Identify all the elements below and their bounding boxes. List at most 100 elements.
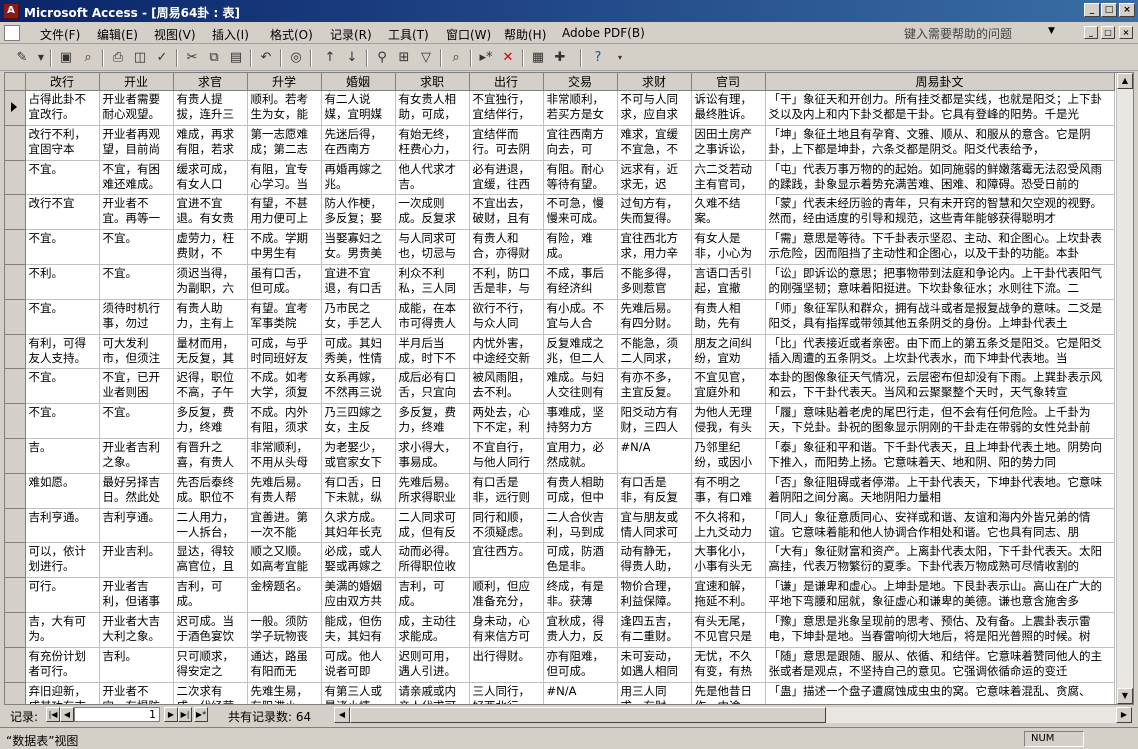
table-cell[interactable]: 不可急，慢慢来可成。 [543, 194, 618, 231]
table-cell[interactable]: 「干」象征天和开创力。所有挂爻都是实线，也就是阳爻；上下卦爻以及内上和内下卦爻都… [765, 90, 1115, 126]
table-cell[interactable]: 有口舌是非，远行则 [469, 473, 544, 509]
table-row[interactable]: 不宜。 不宜。 多反复，费力，终难 不成。内外有阻，须求 乃三四嫁之女，主反 多反复，费力… [5, 403, 1115, 439]
table-cell[interactable]: 不宜，已开业者则困 [99, 368, 174, 405]
view-dropdown-icon[interactable]: ▼ [33, 50, 49, 66]
table-cell[interactable]: 有头无尾，不见官只是 [691, 612, 766, 648]
sort-ascending-icon[interactable]: ↑ [322, 50, 338, 66]
undo-icon[interactable]: ↶ [258, 50, 274, 66]
table-cell[interactable]: 不久将和，上九爻动力 [691, 508, 766, 544]
help-icon[interactable]: ? [590, 50, 606, 66]
current-record-input[interactable]: 1 [74, 707, 160, 722]
table-cell[interactable]: 动而必得。所得职位收 [395, 542, 470, 579]
menu-help[interactable]: 帮助(H) [504, 26, 546, 43]
table-row[interactable]: 吉。 开业者吉利之象。 有晋升之喜，有贵人 非常顺利，不用从头母 为老娶少，或官家女下求… [5, 438, 1115, 474]
table-cell[interactable]: 显达，得较高官位，且 [173, 542, 248, 579]
table-cell[interactable]: 当娶寡妇之女。男贵美 [321, 229, 396, 265]
table-cell[interactable]: 虚劳力，枉费财，不 [173, 229, 248, 265]
table-row[interactable]: 可行。 开业者吉利，但诸事 吉利，可成。 金榜题名。 美满的婚姻应由双方共 吉利，可成。顺… [5, 577, 1115, 613]
find-icon[interactable]: ⌕ [448, 50, 464, 66]
table-cell[interactable]: 未可妄动，如遇人相同 [617, 647, 692, 683]
table-cell[interactable]: 有口舌，日下未就，纵 [321, 473, 396, 509]
table-cell[interactable]: 可成。其妇秀美，性情 [321, 334, 396, 370]
table-cell[interactable]: 二次求有成，代经营 [173, 682, 248, 704]
copy-icon[interactable]: ⧉ [206, 50, 222, 66]
scroll-right-icon[interactable]: ▶ [1116, 707, 1132, 723]
row-selector[interactable] [5, 334, 26, 370]
row-selector[interactable] [5, 194, 26, 231]
column-header[interactable]: 婚姻 [321, 73, 396, 91]
delete-record-icon[interactable]: ✕ [500, 50, 516, 66]
table-cell[interactable]: 不成。学期中男生有 [247, 229, 322, 265]
table-cell[interactable]: 第一志愿难成；第二志 [247, 125, 322, 161]
table-cell[interactable]: 不宜。 [99, 403, 174, 439]
table-cell[interactable]: 宜往西南方向去，可 [543, 125, 618, 161]
table-cell[interactable]: 「履」意味贴着老虎的尾巴行走，但不会有任何危险。上千卦为天，下兑卦。卦祝的图象显… [765, 403, 1115, 439]
table-cell[interactable]: 顺之又顺。如高考宜能 [247, 542, 322, 579]
previous-record-icon[interactable]: ◀ [60, 707, 74, 722]
table-cell[interactable]: 缓求可成，有女人口 [173, 160, 248, 196]
table-cell[interactable]: 不宜。 [25, 403, 100, 439]
table-cell[interactable]: 内忧外害，中途经交新 [469, 334, 544, 370]
row-selector[interactable] [5, 508, 26, 544]
table-cell[interactable]: 先难后易。有四分财。 [617, 299, 692, 335]
table-cell[interactable]: 乃市民之女，手艺人 [321, 299, 396, 335]
table-cell[interactable]: 阳爻动方有财，三四人 [617, 403, 692, 439]
table-cell[interactable]: 难求，宜缓不宜急，不 [617, 125, 692, 161]
table-cell[interactable]: 不能急，须二人同求，不 [617, 334, 692, 370]
table-cell[interactable]: 大事化小，小事有头无 [691, 542, 766, 579]
row-selector[interactable] [5, 612, 26, 648]
table-cell[interactable]: 有贵人相助可成，但中 [543, 473, 618, 509]
table-row[interactable]: 占得此卦不宜改行。 开业者需要耐心观望。 有贵人提拔，连升三 顺利。若考生为女，能 有二… [5, 90, 1115, 126]
doc-minimize-button[interactable]: _ [1084, 26, 1098, 39]
column-header[interactable]: 出行 [469, 73, 544, 91]
table-cell[interactable]: 本卦的图像象征天气情况，云层密布但却没有下雨。上巽卦表示风和云，下干卦代表天。当… [765, 368, 1115, 405]
row-selector[interactable] [5, 682, 26, 704]
table-row[interactable]: 弃旧迎新，成其功有吉开业者不宜，有提防二次求有成，代经营先难生易，有阻滞小有第三… [5, 682, 1115, 704]
table-cell[interactable]: 一般。须防学子玩物丧 [247, 612, 322, 648]
doc-restore-button[interactable]: □ [1101, 26, 1115, 39]
table-cell[interactable]: 须迟当得，为副职，六 [173, 264, 248, 300]
filter-by-selection-icon[interactable]: ⚲ [374, 50, 390, 66]
table-row[interactable]: 有充份计划者可行。 吉利。 只可顺求，得安定之 通达，路虽有阳而无 可成。他人说者可即迟… [5, 647, 1115, 683]
row-selector[interactable] [5, 299, 26, 335]
table-cell[interactable]: 占得此卦不宜改行。 [25, 90, 100, 126]
table-cell[interactable]: 有不明之事，有口难 [691, 473, 766, 509]
table-cell[interactable]: 与人同求可也，切忌与 [395, 229, 470, 265]
search-file-icon[interactable]: ⌕ [80, 50, 96, 66]
table-cell[interactable]: 有利，可得友人支持。 [25, 334, 100, 370]
table-cell[interactable]: 必成，或人娶或再嫁之 [321, 542, 396, 579]
table-cell[interactable]: 「随」意思是跟随、服从、依循、和结伴。它意味着赞同他人的主张或者是观点，不坚持自… [765, 647, 1115, 683]
table-cell[interactable]: 出行得财。 [469, 647, 544, 683]
table-cell[interactable]: 吉。 [25, 438, 100, 474]
table-cell[interactable]: 先迷后得，在西南方 [321, 125, 396, 161]
table-cell[interactable]: 不宜，有困难还难成。 [99, 160, 174, 196]
table-cell[interactable]: 不利，防口舌是非，与 [469, 264, 544, 300]
table-cell[interactable]: 乃邻里纪纷，或因小 [691, 438, 766, 474]
table-cell[interactable]: 有阻，宜专心学习。当 [247, 160, 322, 196]
table-row[interactable]: 难如愿。 最好另择吉日。然此处 先否后泰终成。职位不 先难后易。有贵人帮 有口舌，日下未… [5, 473, 1115, 509]
table-row[interactable]: 有利，可得友人支持。 可大发利市，但须注 量材而用，无反复，其 可成，与乎时同班好友可… [5, 334, 1115, 370]
table-cell[interactable]: 非常顺利，若买方是女 [543, 90, 618, 126]
new-record-nav-icon[interactable]: ▶* [194, 707, 208, 722]
table-cell[interactable]: 须待时机行事，勿过 [99, 299, 174, 335]
table-cell[interactable]: 事难成，坚持努力方 [543, 403, 618, 439]
print-icon[interactable]: ⎙ [110, 50, 126, 66]
table-cell[interactable]: 过旬方有，失而复得。 [617, 194, 692, 231]
table-cell[interactable]: 不宜见官，宜庭外和 [691, 368, 766, 405]
table-cell[interactable]: 开业者再观望，目前尚 [99, 125, 174, 161]
table-cell[interactable]: 因田土房产之事诉讼， [691, 125, 766, 161]
table-cell[interactable]: 不能多得，多则惹官 [617, 264, 692, 300]
table-cell[interactable]: 可成，与乎时同班好友 [247, 334, 322, 370]
table-cell[interactable]: 难如愿。 [25, 473, 100, 509]
table-cell[interactable]: 二人同求可成，但有反 [395, 508, 470, 544]
menu-format[interactable]: 格式(O) [270, 26, 313, 43]
spelling-icon[interactable]: ✓ [154, 50, 170, 66]
table-row[interactable]: 不宜。 不宜，已开业者则困 迟得，职位不高，子午 不成。如考大学，须复 女系再嫁，不然再… [5, 368, 1115, 405]
row-selector[interactable] [5, 577, 26, 613]
table-cell[interactable]: 非常顺利，不用从头母 [247, 438, 322, 474]
table-cell[interactable]: 利众不利私，三人同 [395, 264, 470, 300]
row-selector[interactable] [5, 90, 26, 126]
row-selector[interactable] [5, 125, 26, 161]
table-cell[interactable]: 不宜。 [25, 229, 100, 265]
table-cell[interactable]: 迟则可用，遇人引进。 [395, 647, 470, 683]
